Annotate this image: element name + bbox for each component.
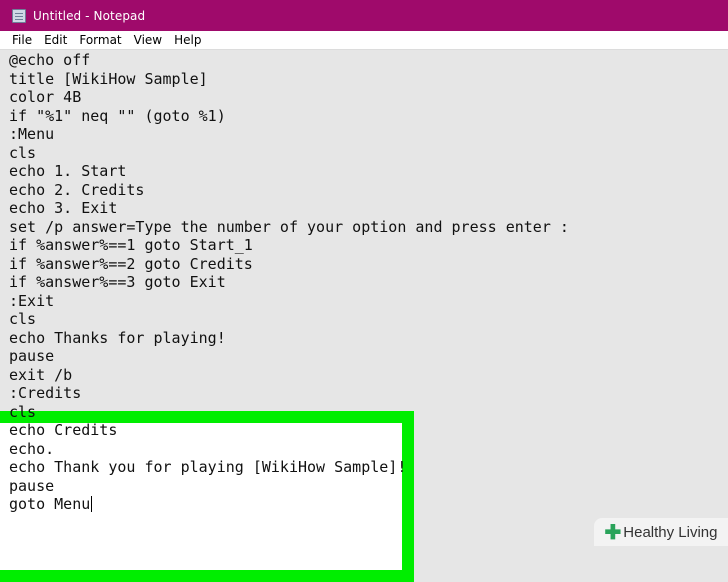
code-line: pause	[9, 347, 55, 365]
window-title: Untitled - Notepad	[33, 8, 146, 23]
code-line: cls	[9, 402, 37, 421]
menu-view[interactable]: View	[128, 31, 168, 49]
code-line: if "%1" neq "" (goto %1)	[9, 106, 226, 125]
code-line: cls	[9, 310, 37, 328]
code-line: goto Menu	[9, 495, 91, 513]
code-line: echo Credits	[9, 421, 118, 439]
code-line: echo Thank you for playing [WikiHow Samp…	[9, 458, 407, 476]
menu-file[interactable]: File	[0, 31, 38, 49]
code-line: set /p answer=Type the number of your op…	[9, 217, 569, 236]
code-line: echo 2. Credits	[9, 180, 145, 199]
code-line: if %answer%==1 goto Start_1	[9, 236, 253, 254]
code-line: @echo off	[9, 51, 91, 69]
menu-edit[interactable]: Edit	[38, 31, 73, 49]
code-line: if %answer%==3 goto Exit	[9, 273, 226, 291]
menu-bar: File Edit Format View Help	[0, 31, 728, 50]
code-line: if %answer%==2 goto Credits	[9, 254, 253, 273]
code-line: :Credits	[9, 384, 82, 402]
menu-format[interactable]: Format	[73, 31, 127, 49]
menu-help[interactable]: Help	[168, 31, 207, 49]
watermark: ✚ Healthy Living	[594, 518, 728, 546]
code-line: echo Thanks for playing!	[9, 328, 226, 347]
plus-icon: ✚	[604, 521, 622, 544]
code-line: exit /b	[9, 365, 73, 384]
code-line: pause	[9, 476, 55, 495]
code-line-with-caret: goto Menu	[9, 495, 93, 514]
code-line: :Exit	[9, 291, 55, 310]
notepad-icon	[12, 8, 26, 23]
code-line: color 4B	[9, 88, 82, 106]
code-line: :Menu	[9, 125, 55, 143]
code-line: echo 1. Start	[9, 162, 127, 180]
code-line: echo.	[9, 439, 55, 458]
text-editor[interactable]: @echo off title [WikiHow Sample] color 4…	[0, 50, 728, 582]
title-bar[interactable]: Untitled - Notepad	[0, 0, 728, 31]
watermark-text: Healthy Living	[623, 523, 718, 541]
code-line: cls	[9, 143, 37, 162]
code-line: title [WikiHow Sample]	[9, 69, 208, 88]
code-line: echo 3. Exit	[9, 199, 118, 217]
text-caret	[91, 496, 93, 512]
